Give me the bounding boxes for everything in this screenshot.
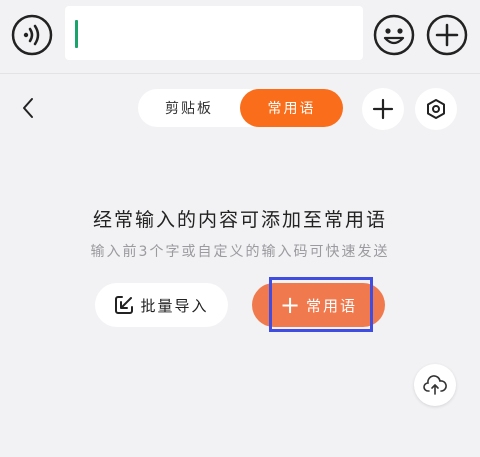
settings-button[interactable]	[415, 88, 457, 130]
empty-state-subtitle: 输入前3个字或自定义的输入码可快速发送	[90, 244, 390, 260]
cloud-upload-icon	[423, 375, 447, 395]
empty-state-title: 经常输入的内容可添加至常用语	[92, 209, 387, 231]
cloud-sync-button[interactable]	[414, 364, 456, 406]
import-icon	[115, 296, 134, 314]
tab-common-phrases[interactable]: 常用语	[240, 89, 343, 127]
text-input[interactable]	[65, 6, 363, 60]
plus-circle-icon[interactable]	[426, 14, 468, 56]
batch-import-button[interactable]: 批量导入	[95, 283, 228, 327]
panel-tab-switcher: 剪贴板 常用语	[138, 89, 343, 127]
chevron-left-icon[interactable]	[14, 94, 42, 122]
selection-highlight	[269, 277, 373, 332]
tab-clipboard[interactable]: 剪贴板	[138, 89, 240, 127]
hexagon-settings-icon	[427, 99, 445, 119]
add-phrase-icon-button[interactable]	[362, 88, 404, 130]
batch-import-label: 批量导入	[140, 296, 209, 315]
smiley-icon[interactable]	[373, 14, 415, 56]
plus-icon	[372, 98, 394, 120]
voice-icon[interactable]	[11, 14, 53, 56]
keyboard-toolbar	[0, 0, 480, 74]
text-cursor	[75, 20, 78, 48]
